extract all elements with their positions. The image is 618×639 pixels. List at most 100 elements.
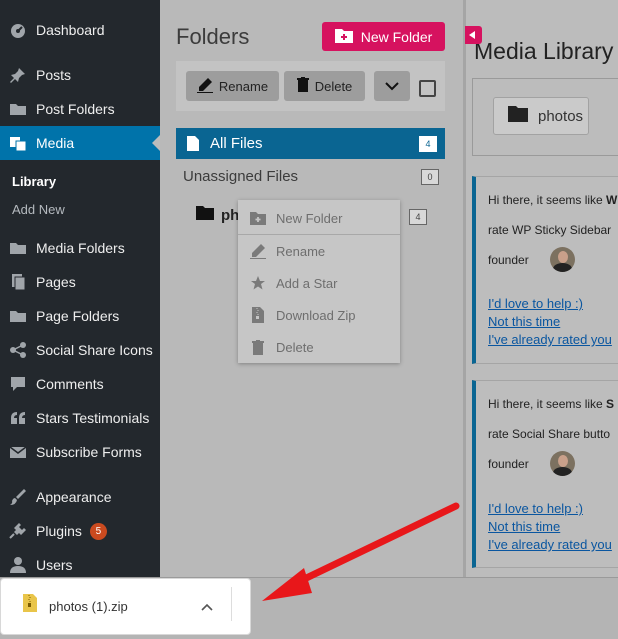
sidebar-item-label: Media: [36, 135, 75, 151]
pencil-icon: [196, 77, 213, 96]
notice-help-link[interactable]: I'd love to help :): [488, 501, 583, 516]
share-icon: [9, 341, 27, 359]
photos-count: 4: [409, 209, 427, 225]
context-item-label: Rename: [276, 243, 326, 259]
context-item-label: Download Zip: [276, 307, 356, 323]
rename-label: Rename: [218, 78, 269, 94]
context-add-a-star[interactable]: Add a Star: [238, 267, 400, 299]
folder-plus-icon: [334, 28, 353, 46]
download-item[interactable]: photos (1).zip: [0, 578, 251, 635]
sidebar-item-label: Posts: [36, 67, 72, 83]
sidebar-item-page-folders[interactable]: Page Folders: [0, 299, 160, 333]
unassigned-count: 0: [421, 169, 439, 185]
delete-label: Delete: [314, 78, 353, 94]
sidebar-item-social-share-icons[interactable]: Social Share Icons: [0, 333, 160, 367]
notice-dismiss-link[interactable]: Not this time: [488, 314, 560, 329]
sidebar-item-label: Appearance: [36, 489, 112, 505]
comment-icon: [9, 375, 27, 393]
plug-icon: [9, 522, 27, 540]
submenu-add-new[interactable]: Add New: [12, 202, 65, 217]
notice-line: rate WP Sticky Sidebar: [488, 223, 612, 237]
folder-open-icon: [9, 307, 27, 325]
media-icon: [9, 134, 27, 152]
media-folder-chip[interactable]: photos: [493, 97, 589, 135]
rating-notice: Hi there, it seems like W rate WP Sticky…: [472, 176, 618, 364]
notice-line: founder: [488, 457, 529, 471]
folder-icon: [196, 206, 214, 224]
file-icon: [187, 136, 199, 151]
zip-icon: [250, 307, 266, 323]
context-new-folder[interactable]: New Folder: [238, 202, 400, 234]
rating-notice: Hi there, it seems like S rate Social Sh…: [472, 380, 618, 568]
media-library-panel: Media Library photos Hi there, it seems …: [466, 0, 618, 580]
sidebar-item-label: Users: [36, 557, 73, 573]
notice-dismiss-link[interactable]: Not this time: [488, 519, 560, 534]
sidebar-item-label: Page Folders: [36, 308, 120, 324]
folder-icon: [508, 106, 528, 126]
new-folder-label: New Folder: [360, 28, 433, 45]
folder-item-all-files[interactable]: All Files 4: [176, 128, 445, 159]
sidebar-item-label: Plugins: [36, 523, 82, 539]
sidebar-item-label: Dashboard: [36, 22, 105, 38]
media-library-title: Media Library: [474, 38, 614, 64]
context-download-zip[interactable]: Download Zip: [238, 299, 400, 331]
sidebar-item-appearance[interactable]: Appearance: [0, 480, 160, 514]
folder-toolbar: Rename Delete: [176, 61, 445, 111]
pencil-icon: [250, 243, 266, 259]
notice-rated-link[interactable]: I've already rated you: [488, 537, 612, 552]
folder-item-unassigned[interactable]: Unassigned Files: [183, 168, 298, 185]
brush-icon: [9, 488, 27, 506]
delete-button[interactable]: Delete: [284, 71, 365, 101]
sidebar-item-comments[interactable]: Comments: [0, 367, 160, 401]
sidebar-item-post-folders[interactable]: Post Folders: [0, 92, 160, 126]
sidebar-item-media[interactable]: Media: [0, 126, 160, 160]
new-folder-button[interactable]: New Folder: [322, 22, 445, 51]
sidebar-item-posts[interactable]: Posts: [0, 58, 160, 92]
sidebar-item-label: Stars Testimonials: [36, 410, 150, 426]
sidebar-item-media-folders[interactable]: Media Folders: [0, 231, 160, 265]
rename-button[interactable]: Rename: [186, 71, 279, 101]
all-files-count: 4: [419, 136, 437, 152]
context-delete[interactable]: Delete: [238, 331, 400, 363]
pin-icon: [9, 66, 27, 84]
select-all-checkbox[interactable]: [419, 80, 436, 97]
dashboard-icon: [9, 21, 27, 39]
download-file-name: photos (1).zip: [49, 599, 128, 614]
sidebar-item-dashboard[interactable]: Dashboard: [0, 13, 160, 47]
sidebar-item-pages[interactable]: Pages: [0, 265, 160, 299]
collapse-panel-button[interactable]: [465, 26, 482, 44]
admin-sidebar: Dashboard Posts Post Folders Media Libra…: [0, 0, 160, 580]
context-item-label: New Folder: [276, 210, 343, 226]
trash-icon: [250, 339, 266, 355]
sidebar-item-subscribe-forms[interactable]: Subscribe Forms: [0, 435, 160, 469]
sidebar-item-label: Media Folders: [36, 240, 125, 256]
sidebar-item-label: Comments: [36, 376, 104, 392]
sidebar-item-label: Social Share Icons: [36, 342, 153, 358]
notice-line: rate Social Share butto: [488, 427, 611, 441]
sidebar-item-label: Pages: [36, 274, 76, 290]
context-item-label: Add a Star: [276, 275, 338, 291]
folders-title: Folders: [176, 24, 250, 49]
folder-open-icon: [9, 239, 27, 257]
quote-icon: [9, 409, 27, 427]
media-folder-chip-label: photos: [538, 107, 584, 125]
notice-rated-link[interactable]: I've already rated you: [488, 332, 612, 347]
folder-context-menu: New Folder Rename Add a Star Download Zi…: [238, 200, 400, 363]
sidebar-item-plugins[interactable]: Plugins 5: [0, 514, 160, 548]
plugins-update-badge: 5: [89, 522, 107, 540]
sidebar-item-stars-testimonials[interactable]: Stars Testimonials: [0, 401, 160, 435]
notice-help-link[interactable]: I'd love to help :): [488, 296, 583, 311]
more-dropdown-button[interactable]: [374, 71, 410, 101]
chevron-up-icon[interactable]: [201, 598, 213, 616]
download-bar: photos (1).zip: [0, 577, 618, 639]
submenu-library[interactable]: Library: [12, 174, 56, 189]
sidebar-item-label: Subscribe Forms: [36, 444, 142, 460]
notice-line: Hi there, it seems like S: [488, 397, 615, 411]
folder-open-icon: [9, 100, 27, 118]
chevron-down-icon: [385, 79, 399, 94]
download-divider: [231, 587, 232, 621]
context-rename[interactable]: Rename: [238, 235, 400, 267]
star-icon: [250, 276, 266, 290]
notice-line: Hi there, it seems like W: [488, 193, 618, 207]
mail-icon: [9, 443, 27, 461]
